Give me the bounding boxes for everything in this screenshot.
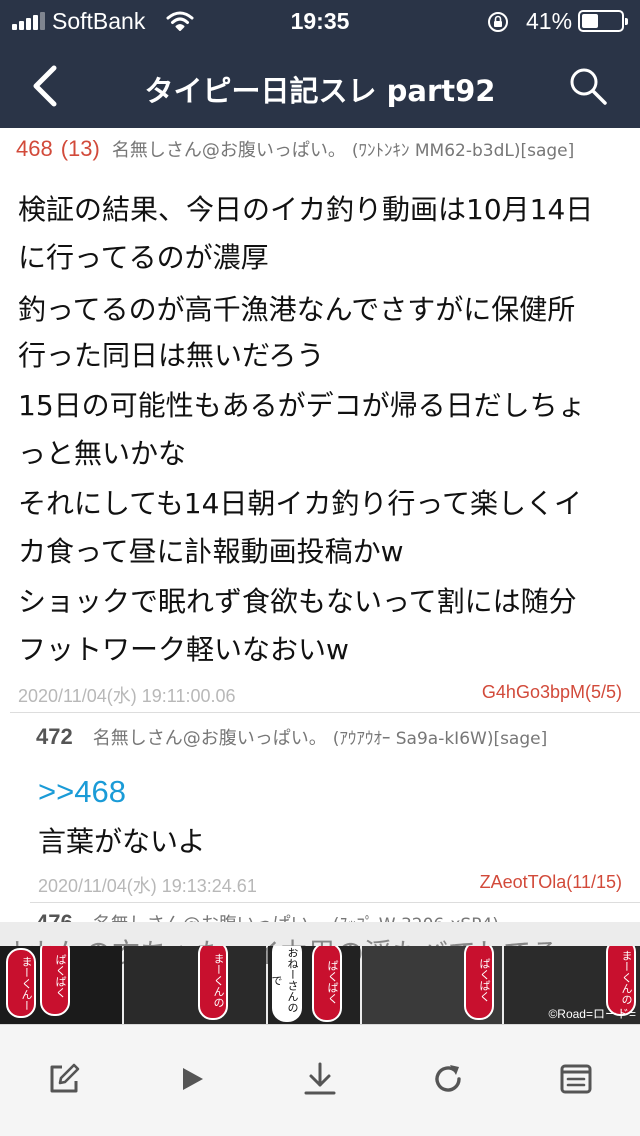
status-bar: SoftBank 19:35 41% [0, 0, 640, 40]
menu-list-icon [560, 1064, 592, 1094]
navigation-bar: タイピー日記スレ part92 [0, 44, 640, 128]
post-date: 2020/11/04(水) 19:13:24.61 [38, 876, 257, 896]
post-body-line: ショックで眠れず食欲もないって割には随分 [18, 585, 577, 618]
post-header: 468 (13) 名無しさん@お腹いっぱい。 (ﾜﾝﾄﾝｷﾝ MM62-b3dL… [16, 136, 640, 162]
compose-button[interactable] [40, 1055, 88, 1103]
battery-percent: 41% [526, 8, 573, 34]
battery-icon [578, 10, 628, 32]
post-body-line: 15日の可能性もあるがデコが帰る日だしちょ [18, 389, 586, 422]
poster-name: 名無しさん@お腹いっぱい。 [111, 140, 346, 161]
post-body-line: に行ってるのが濃厚 [18, 241, 269, 274]
refresh-button[interactable] [424, 1055, 472, 1103]
ad-manga-panel: まーくんの ©Road=ロード= [504, 946, 640, 1024]
ad-speech-bubble: おねーさんので [270, 946, 302, 1022]
post-body-line: それにしても14日朝イカ釣り行って楽しくイ [18, 487, 582, 520]
bottom-toolbar [0, 1024, 640, 1136]
ad-manga-panel: まーくんの [124, 946, 266, 1024]
post-date: 2020/11/04(水) 19:11:00.06 [18, 686, 236, 706]
ad-speech-bubble: ぱくぱく [312, 946, 342, 1022]
post-body-line: 言葉がないよ [38, 825, 206, 858]
ad-manga-panel: まーくんー ぱくぱく [0, 946, 122, 1024]
ad-credit: ©Road=ロード= [548, 1007, 636, 1021]
reply-anchor-link[interactable]: >>468 [38, 774, 126, 810]
post-number[interactable]: 468 [16, 136, 53, 162]
thread-title: タイピー日記スレ part92 [144, 74, 496, 108]
poster-id-link[interactable]: G4hGo3bpM(5/5) [482, 682, 622, 703]
post-body-line: フットワーク軽いなおいw [18, 633, 349, 666]
play-button[interactable] [168, 1055, 216, 1103]
search-icon[interactable] [566, 64, 610, 108]
post-body-line: カ食って昼に訃報動画投稿かw [18, 535, 404, 568]
ad-speech-bubble: ぱくぱく [40, 946, 70, 1016]
download-icon [304, 1062, 336, 1095]
post-body-line: 検証の結果、今日のイカ釣り動画は10月14日 [18, 193, 594, 226]
download-button[interactable] [296, 1055, 344, 1103]
poster-id-link[interactable]: ZAeotTOla(11/15) [480, 872, 622, 893]
post-divider [10, 712, 640, 713]
compose-icon [50, 1063, 80, 1093]
post-number[interactable]: 472 [36, 724, 73, 750]
post-divider [30, 902, 640, 903]
menu-button[interactable] [552, 1055, 600, 1103]
battery-level-fill [582, 14, 598, 28]
post-body-line: っと無いかな [18, 437, 187, 470]
top-bar: SoftBank 19:35 41% タイピー日記スレ part92 [0, 0, 640, 128]
post-header: 472 名無しさん@お腹いっぱい。 (ｱｳｱｳｵｰ Sa9a-kI6W)[sag… [36, 724, 640, 750]
ad-speech-bubble: まーくんー [6, 948, 36, 1018]
rotation-lock-icon [488, 12, 508, 32]
ad-manga-panel: ぱくぱく [362, 946, 502, 1024]
refresh-icon [435, 1065, 461, 1092]
ad-speech-bubble: ぱくぱく [464, 946, 494, 1020]
poster-id-tag: (ﾜﾝﾄﾝｷﾝ MM62-b3dL)[sage] [351, 141, 575, 161]
poster-id-tag: (ｱｳｱｳｵｰ Sa9a-kI6W)[sage] [332, 729, 548, 749]
post-body-line: 釣ってるのが高千漁港なんでさすがに保健所 [18, 293, 576, 326]
ad-speech-bubble: まーくんの [198, 946, 228, 1020]
poster-name: 名無しさん@お腹いっぱい。 [92, 728, 327, 749]
play-icon [183, 1068, 203, 1090]
reply-count[interactable]: (13) [61, 136, 100, 162]
post-body-line: 行った同日は無いだろう [18, 339, 325, 372]
ad-manga-panel: おねーさんので ぱくぱく [268, 946, 360, 1024]
banner-ad[interactable]: オカケの衣ちゃた イ力思の浮もバでしてる まーくんー ぱくぱく まーくんの おね… [0, 922, 640, 1024]
